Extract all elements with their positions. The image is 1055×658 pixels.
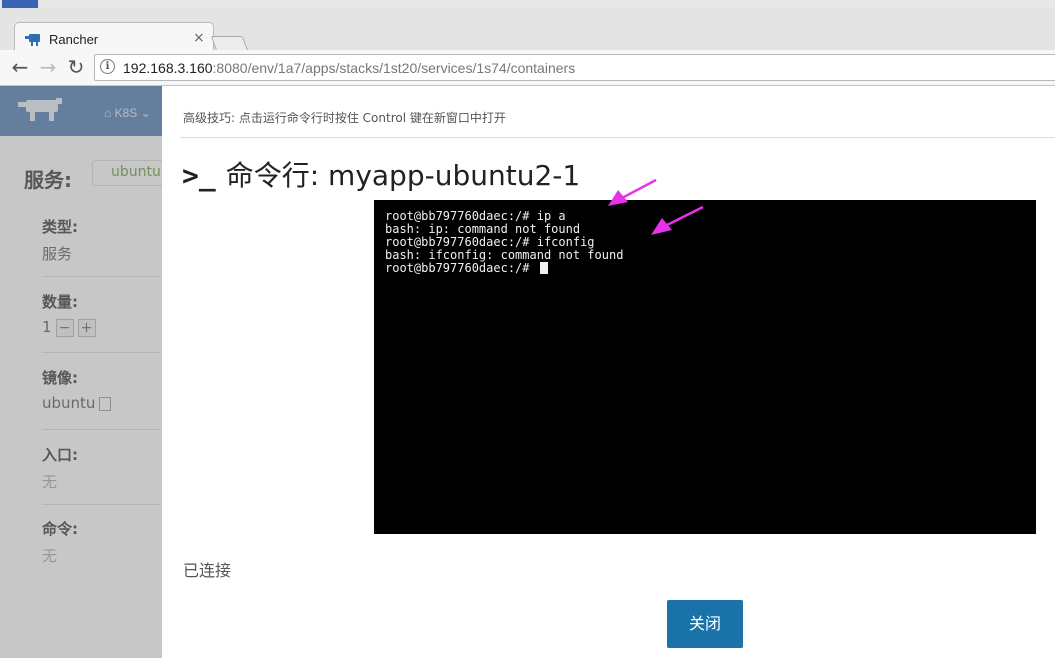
terminal-prompt-line: root@bb797760daec:/# (385, 262, 548, 275)
terminal-icon: >_ (182, 159, 216, 192)
forward-icon[interactable]: → (36, 55, 60, 79)
tab-strip: Rancher × (0, 8, 1055, 56)
url-host: 192.168.3.160 (123, 60, 213, 76)
divider (180, 137, 1055, 138)
tab-title: Rancher (49, 32, 99, 47)
window-app-icon (2, 0, 38, 8)
modal-title: >_ 命令行: myapp-ubuntu2-1 (182, 154, 580, 194)
close-button[interactable]: 关闭 (667, 600, 743, 648)
back-icon[interactable]: ← (8, 55, 32, 79)
terminal-prompt: root@bb797760daec:/# (385, 261, 537, 275)
pro-tip: 高级技巧: 点击运行命令行时按住 Control 键在新窗口中打开 (183, 111, 506, 125)
terminal-cursor (539, 262, 548, 274)
address-bar[interactable]: i 192.168.3.160:8080/env/1a7/apps/stacks… (94, 54, 1055, 81)
reload-icon[interactable]: ↻ (64, 55, 88, 79)
tab-close-icon[interactable]: × (193, 30, 205, 46)
annotation-arrow-icon (651, 205, 704, 235)
connection-status: 已连接 (183, 561, 232, 580)
browser-toolbar: ← → ↻ i 192.168.3.160:8080/env/1a7/apps/… (0, 50, 1055, 86)
url-path: :8080/env/1a7/apps/stacks/1st20/services… (212, 60, 576, 76)
modal-backdrop[interactable] (0, 86, 162, 658)
terminal[interactable]: root@bb797760daec:/# ip a bash: ip: comm… (374, 200, 1036, 534)
shell-modal: 高级技巧: 点击运行命令行时按住 Control 键在新窗口中打开 >_ 命令行:… (162, 86, 1055, 658)
address-url: 192.168.3.160:8080/env/1a7/apps/stacks/1… (123, 60, 575, 76)
rancher-favicon-icon (25, 34, 40, 46)
window-title-bar (0, 0, 1055, 8)
info-icon[interactable]: i (100, 59, 115, 74)
modal-title-text: 命令行: myapp-ubuntu2-1 (225, 159, 581, 192)
